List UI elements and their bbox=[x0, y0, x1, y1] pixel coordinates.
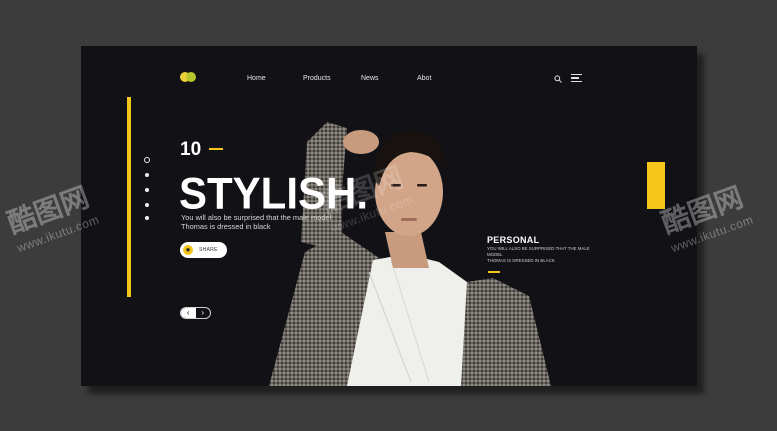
nav-abot[interactable]: Abot bbox=[417, 75, 431, 82]
personal-line: YOU WILL ALSO BE SURPRISED THAT THE MALE… bbox=[487, 246, 590, 257]
share-icon: ✸ bbox=[183, 245, 193, 255]
share-label: SHARE bbox=[199, 247, 218, 253]
nav-products[interactable]: Products bbox=[303, 75, 331, 82]
subtitle-line: Thomas is dressed in black bbox=[181, 222, 271, 231]
model-photo bbox=[269, 122, 551, 386]
personal-title: PERSONAL bbox=[487, 235, 540, 245]
number-dash bbox=[209, 148, 223, 150]
slide-number: 10 bbox=[180, 139, 202, 160]
personal-text: YOU WILL ALSO BE SURPRISED THAT THE MALE… bbox=[487, 246, 597, 264]
nav-news[interactable]: News bbox=[361, 75, 379, 82]
nav-home[interactable]: Home bbox=[247, 75, 266, 82]
logo-icon[interactable] bbox=[180, 72, 196, 82]
hero-subtitle: You will also be surprised that the male… bbox=[181, 213, 351, 231]
hero-card: Home Products News Abot 10 STYLISH. You … bbox=[81, 46, 697, 386]
slide-dot[interactable] bbox=[145, 216, 149, 220]
slide-dot[interactable] bbox=[145, 203, 149, 207]
share-button[interactable]: ✸ SHARE bbox=[180, 242, 227, 258]
personal-dash bbox=[488, 271, 500, 273]
chevron-right-icon[interactable]: › bbox=[196, 308, 211, 318]
accent-bar-left bbox=[127, 97, 131, 297]
personal-line: THOMAS IS DRESSED IN BLACK bbox=[487, 258, 555, 263]
slide-dot[interactable] bbox=[145, 188, 149, 192]
menu-icon[interactable] bbox=[571, 74, 582, 83]
slider-controls: ‹ › bbox=[180, 307, 211, 319]
slide-dot-active[interactable] bbox=[144, 157, 150, 163]
chevron-left-icon[interactable]: ‹ bbox=[181, 308, 196, 318]
search-icon[interactable] bbox=[554, 75, 562, 83]
slide-dot[interactable] bbox=[145, 173, 149, 177]
